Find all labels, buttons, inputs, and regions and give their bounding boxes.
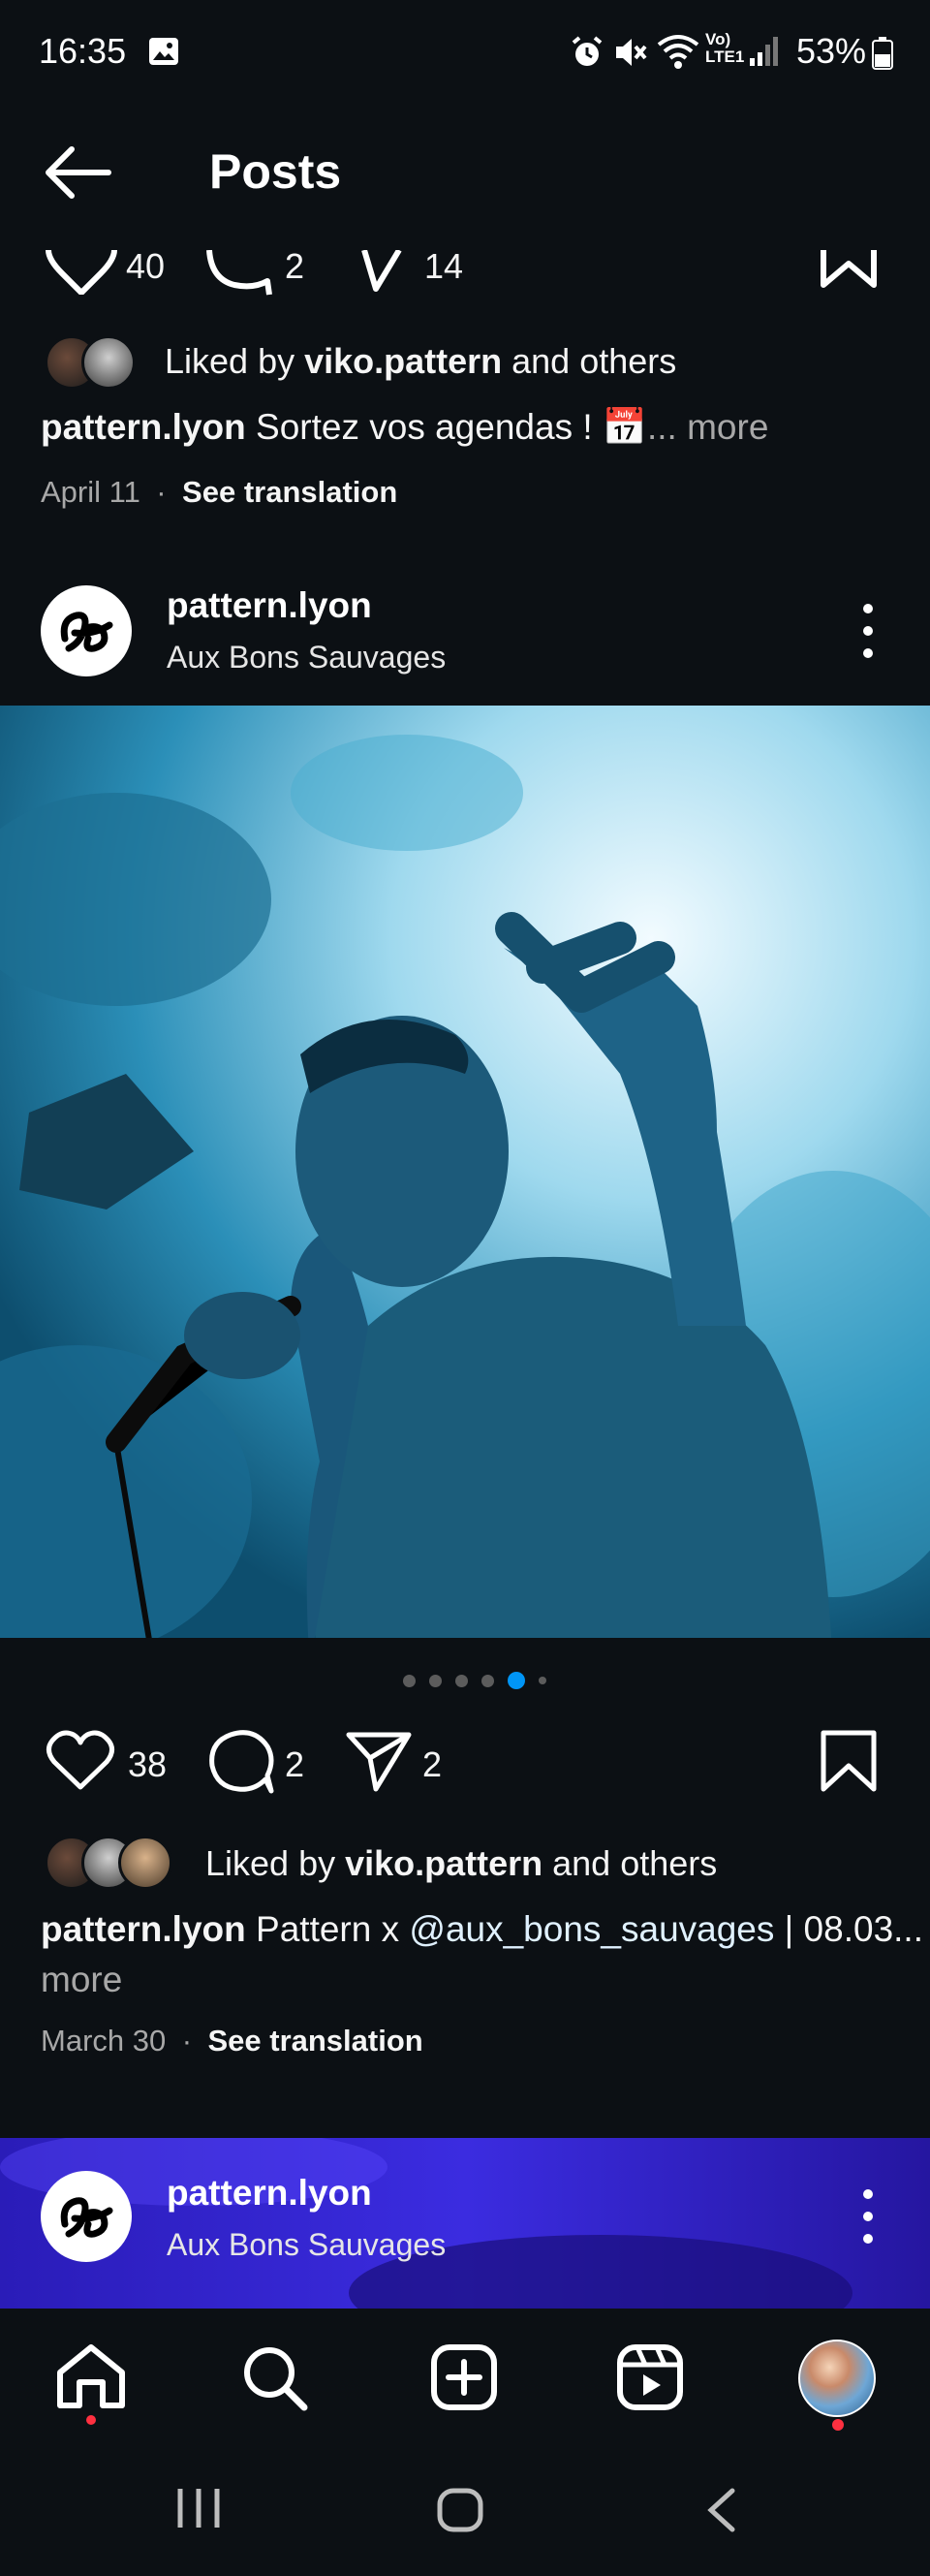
back-nav-button[interactable] (703, 2487, 738, 2533)
post-date: April 11 (41, 475, 140, 509)
liked-by-avatars (45, 335, 151, 390)
bookmark-icon (821, 1730, 877, 1792)
create-tab[interactable] (430, 2343, 498, 2411)
comment-icon (209, 1730, 274, 1794)
battery-icon (872, 37, 893, 70)
home-tab[interactable] (54, 2343, 128, 2411)
caption-username[interactable]: pattern.lyon (41, 1909, 246, 1949)
post-date: March 30 (41, 2024, 167, 2058)
back-chevron-icon (707, 2488, 735, 2532)
like-count: 38 (128, 1744, 168, 1784)
liked-by-avatars (45, 1836, 180, 1890)
share-button[interactable] (345, 1731, 413, 1793)
liked-by-user[interactable]: viko.pattern (345, 1843, 542, 1883)
liked-by-user[interactable]: viko.pattern (304, 341, 502, 381)
status-time: 16:35 (39, 31, 127, 71)
wifi-icon (657, 33, 699, 70)
like-button[interactable] (45, 1729, 116, 1793)
carousel-dot (429, 1674, 442, 1687)
post-meta: March 30 · See translation (41, 2024, 423, 2058)
comment-icon (206, 250, 272, 296)
carousel-dot-active (508, 1672, 525, 1689)
carousel-indicator (403, 1672, 560, 1689)
avatar (81, 335, 136, 390)
post-username[interactable]: pattern.lyon (167, 585, 372, 626)
next-post-image[interactable] (0, 2138, 930, 2309)
post-caption: pattern.lyon Pattern x @aux_bons_sauvage… (41, 1909, 923, 1949)
status-bar: 16:35 Vo) LTE1 53% (0, 0, 930, 107)
heart-icon (46, 250, 117, 295)
liked-by-text[interactable]: Liked by viko.pattern and others (165, 341, 676, 382)
more-vertical-icon (863, 2189, 873, 2244)
separator-dot: · (181, 2024, 193, 2058)
see-translation-link[interactable]: See translation (207, 2024, 422, 2058)
reels-tab[interactable] (616, 2343, 684, 2411)
gallery-icon (147, 35, 180, 68)
back-arrow-icon (46, 146, 111, 199)
caption-more-link[interactable]: ... more (647, 407, 768, 447)
caption-username[interactable]: pattern.lyon (41, 407, 246, 447)
more-options-button[interactable] (849, 2183, 887, 2250)
save-button[interactable] (820, 250, 878, 289)
more-options-button[interactable] (849, 597, 887, 665)
send-icon (346, 1732, 412, 1792)
profile-avatar (798, 2340, 876, 2417)
heart-icon (46, 1730, 114, 1790)
liked-by-text[interactable]: Liked by viko.pattern and others (205, 1843, 717, 1884)
recent-apps-button[interactable] (174, 2487, 223, 2529)
recents-icon (177, 2489, 220, 2528)
bookmark-icon (821, 250, 877, 288)
separator-dot: · (156, 475, 167, 509)
create-icon (431, 2344, 497, 2410)
profile-avatar[interactable] (41, 2171, 132, 2262)
share-button[interactable] (360, 250, 405, 295)
pattern-logo-icon (60, 2197, 113, 2238)
caption-more-link[interactable]: more (41, 1960, 122, 2000)
see-translation-link[interactable]: See translation (182, 475, 397, 509)
post-location[interactable]: Aux Bons Sauvages (167, 640, 446, 675)
profile-tab[interactable] (798, 2340, 876, 2417)
share-count: 2 (422, 1744, 443, 1784)
profile-avatar[interactable] (41, 585, 132, 676)
carousel-dot (481, 1674, 494, 1687)
carousel-dot (539, 1677, 546, 1684)
notification-dot (86, 2415, 96, 2425)
home-circle-icon (437, 2488, 483, 2532)
mute-icon (612, 35, 649, 70)
reels-icon (617, 2344, 683, 2410)
share-count: 14 (424, 246, 464, 286)
post-caption: pattern.lyon Sortez vos agendas ! 📅... m… (41, 407, 769, 447)
alarm-icon (570, 35, 604, 70)
search-icon (244, 2347, 308, 2411)
carousel-dot (403, 1674, 416, 1687)
comment-button[interactable] (207, 1729, 275, 1795)
caption-mention[interactable]: @aux_bons_sauvages (409, 1909, 774, 1949)
like-button[interactable] (45, 250, 118, 295)
post-username[interactable]: pattern.lyon (167, 2173, 372, 2214)
home-button[interactable] (436, 2487, 484, 2533)
more-vertical-icon (863, 604, 873, 658)
post-meta: April 11 · See translation (41, 475, 397, 510)
volte-icon: Vo) LTE1 (705, 30, 745, 66)
notification-dot (832, 2419, 844, 2431)
comment-count: 2 (285, 1744, 305, 1784)
save-button[interactable] (820, 1729, 878, 1793)
battery-percent: 53% (795, 31, 866, 71)
post-location[interactable]: Aux Bons Sauvages (167, 2227, 446, 2263)
search-tab[interactable] (240, 2343, 308, 2411)
back-button[interactable] (43, 143, 112, 202)
carousel-dot (455, 1674, 468, 1687)
pattern-logo-icon (60, 612, 113, 652)
signal-icon (748, 35, 781, 68)
comment-count: 2 (285, 246, 305, 286)
home-icon (57, 2344, 125, 2408)
avatar (118, 1836, 172, 1890)
system-navigation (0, 2442, 930, 2576)
send-icon (361, 250, 402, 292)
like-count: 40 (126, 246, 166, 286)
post-image[interactable] (0, 706, 930, 1638)
page-title: Posts (209, 144, 342, 199)
bottom-navigation (0, 2309, 930, 2442)
comment-button[interactable] (205, 250, 273, 298)
